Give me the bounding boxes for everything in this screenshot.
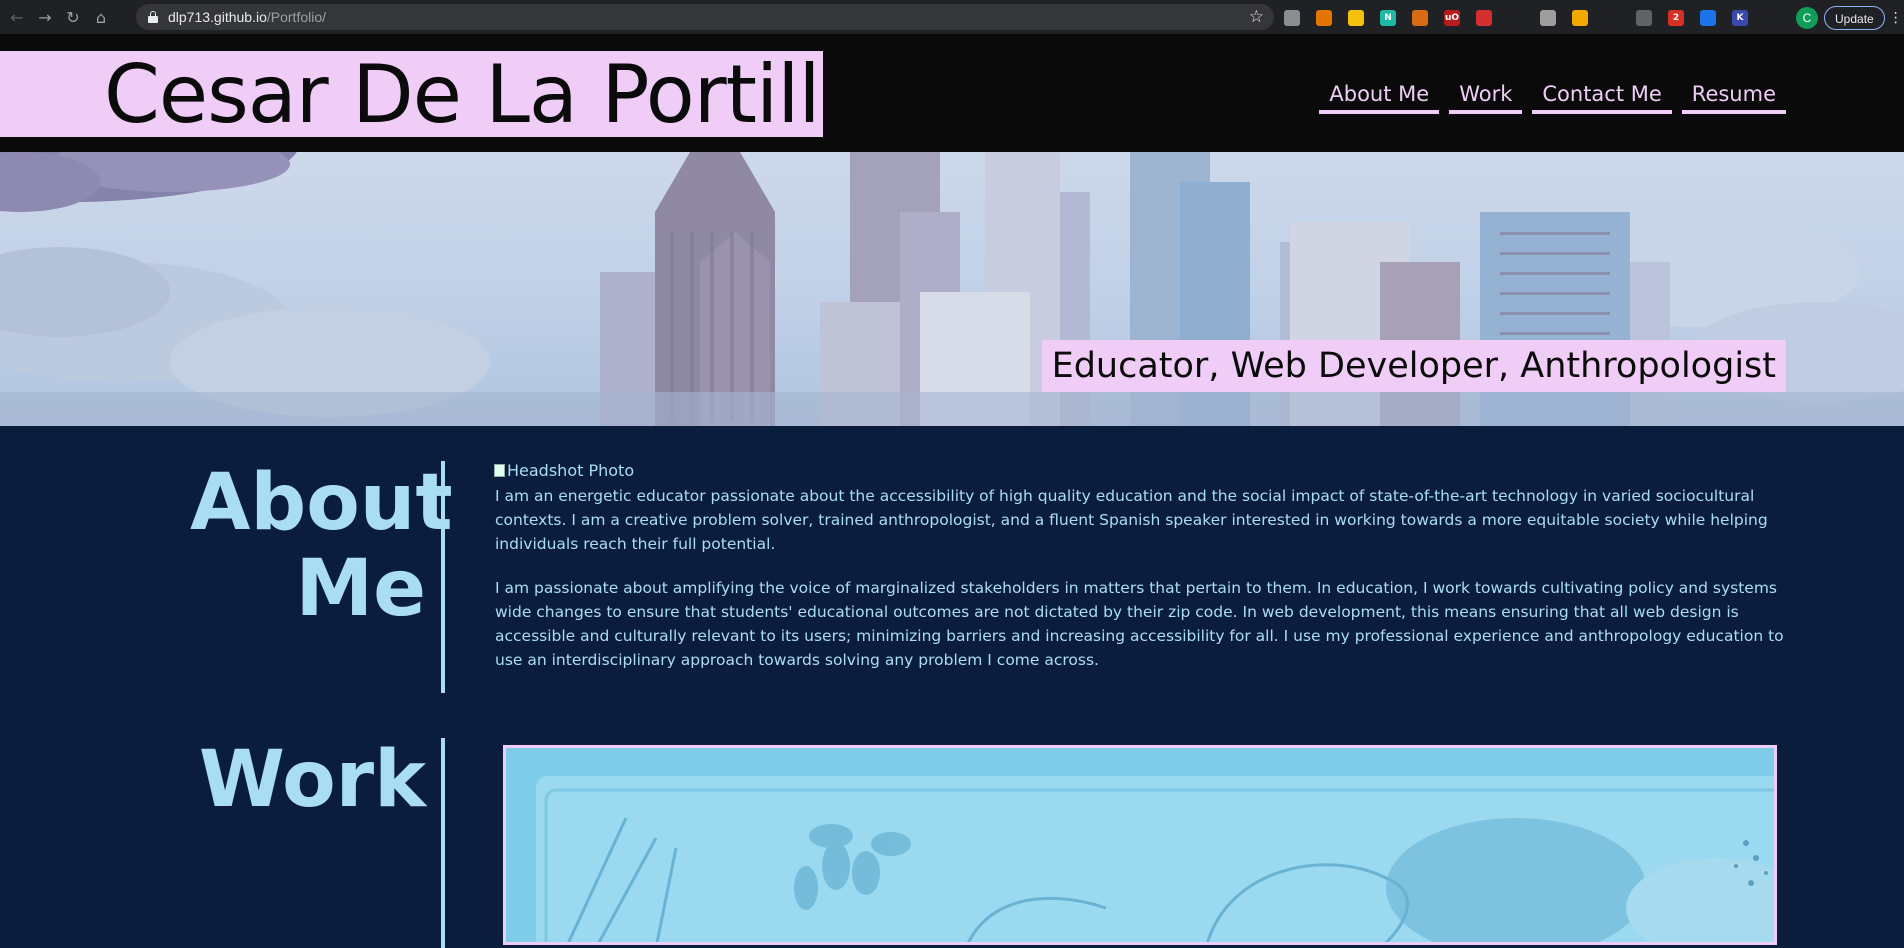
- work-project-card[interactable]: [503, 745, 1777, 945]
- ext-icon-14[interactable]: [1700, 10, 1716, 26]
- about-paragraph-2: I am passionate about amplifying the voi…: [495, 579, 1784, 669]
- ext-icon-12[interactable]: [1636, 10, 1652, 26]
- nav-contact-me[interactable]: Contact Me: [1532, 80, 1672, 114]
- ext-icon-7[interactable]: [1476, 10, 1492, 26]
- forward-icon[interactable]: →: [34, 6, 56, 28]
- ext-icon-10[interactable]: [1572, 10, 1588, 26]
- home-icon[interactable]: ⌂: [90, 6, 112, 28]
- ext-icon-11[interactable]: [1604, 10, 1620, 26]
- ext-icon-13[interactable]: 2: [1668, 10, 1684, 26]
- nav-about-me[interactable]: About Me: [1319, 80, 1440, 114]
- ext-icon-8[interactable]: [1508, 10, 1524, 26]
- ext-icon-16[interactable]: [1764, 10, 1780, 26]
- nav-work[interactable]: Work: [1449, 80, 1523, 114]
- ext-icon-15[interactable]: K: [1732, 10, 1748, 26]
- ext-icon-2[interactable]: [1316, 10, 1332, 26]
- url-path: /Portfolio/: [266, 9, 327, 25]
- url-host: dlp713.github.io: [168, 9, 267, 25]
- about-divider: [441, 461, 445, 693]
- url-text[interactable]: dlp713.github.io/Portfolio/: [168, 9, 326, 25]
- site-header: Cesar De La Portilla About Me Work Conta…: [0, 34, 1904, 152]
- ext-icon-4[interactable]: N: [1380, 10, 1396, 26]
- project-preview-image: [506, 748, 1774, 942]
- hero-banner: Educator, Web Developer, Anthropologist: [0, 152, 1904, 426]
- ext-icon-6[interactable]: uO: [1444, 10, 1460, 26]
- headshot-photo: Headshot Photo: [494, 461, 634, 480]
- site-title: Cesar De La Portilla: [104, 48, 869, 141]
- profile-avatar[interactable]: C: [1796, 7, 1818, 29]
- ext-icon-3[interactable]: [1348, 10, 1364, 26]
- work-section-title: Work: [198, 735, 426, 825]
- about-section-title: About Me: [190, 458, 453, 634]
- about-title-line1: About: [190, 458, 453, 548]
- reload-icon[interactable]: ↻: [62, 6, 84, 28]
- more-menu-icon[interactable]: ⋮: [1889, 10, 1903, 26]
- address-bar[interactable]: dlp713.github.io/Portfolio/ ☆: [136, 4, 1274, 30]
- lock-icon[interactable]: [148, 11, 158, 23]
- ext-icon-1[interactable]: [1284, 10, 1300, 26]
- bookmark-star-icon[interactable]: ☆: [1249, 7, 1264, 27]
- browser-toolbar: ← → ↻ ⌂ dlp713.github.io/Portfolio/ ☆ Nu…: [0, 0, 1904, 34]
- nav-resume[interactable]: Resume: [1681, 80, 1786, 114]
- about-paragraph-1: I am an energetic educator passionate ab…: [495, 487, 1768, 553]
- hero-tagline: Educator, Web Developer, Anthropologist: [1041, 340, 1786, 392]
- back-icon[interactable]: ←: [6, 6, 28, 28]
- extensions-bar: NuO 2 K C Update ⋮: [1284, 6, 1903, 30]
- name-banner: Cesar De La Portilla: [0, 48, 869, 141]
- work-divider: [441, 738, 445, 948]
- ext-icon-5[interactable]: [1412, 10, 1428, 26]
- broken-image-icon: [494, 464, 505, 477]
- headshot-alt-text: Headshot Photo: [507, 461, 635, 480]
- update-button[interactable]: Update: [1824, 6, 1885, 30]
- about-title-line2: Me: [295, 544, 426, 634]
- ext-icon-9[interactable]: [1540, 10, 1556, 26]
- main-nav: About Me Work Contact Me Resume: [1309, 80, 1786, 114]
